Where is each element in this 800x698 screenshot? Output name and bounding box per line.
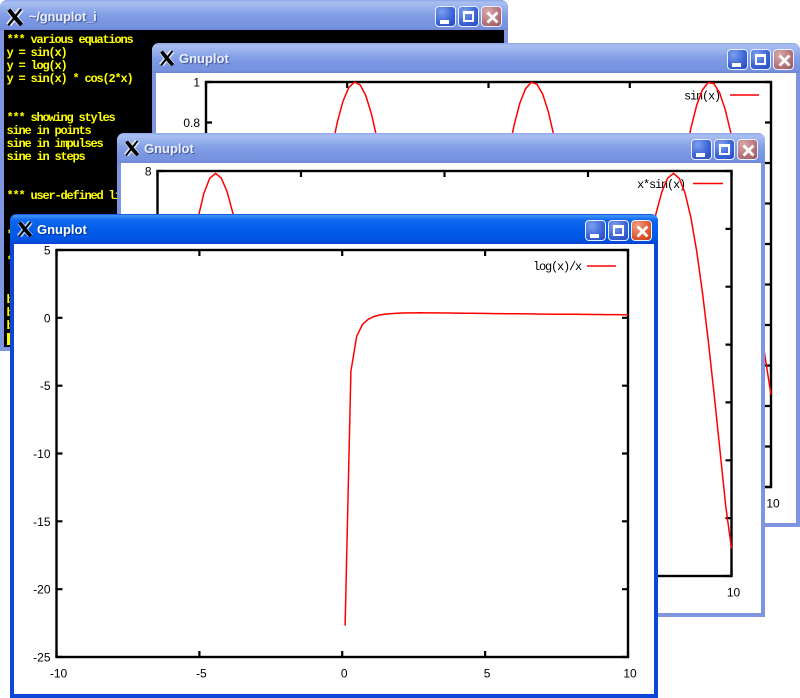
svg-text:0: 0: [341, 667, 348, 681]
svg-text:10: 10: [623, 667, 637, 681]
svg-text:8: 8: [145, 165, 152, 179]
svg-text:log(x)/x: log(x)/x: [533, 260, 582, 274]
svg-text:-10: -10: [50, 667, 68, 681]
svg-text:-10: -10: [33, 447, 51, 461]
svg-text:10: 10: [727, 586, 741, 600]
svg-text:5: 5: [44, 244, 51, 258]
svg-text:-20: -20: [33, 583, 51, 597]
svg-text:0: 0: [44, 311, 51, 325]
svg-text:-5: -5: [40, 379, 51, 393]
svg-text:10: 10: [766, 497, 780, 511]
svg-text:x*sin(x): x*sin(x): [637, 178, 685, 192]
svg-text:0.8: 0.8: [183, 116, 200, 130]
svg-text:1: 1: [193, 76, 200, 90]
svg-text:5: 5: [484, 667, 491, 681]
svg-text:-25: -25: [33, 651, 51, 665]
svg-text:-5: -5: [196, 667, 207, 681]
svg-text:-15: -15: [33, 515, 51, 529]
